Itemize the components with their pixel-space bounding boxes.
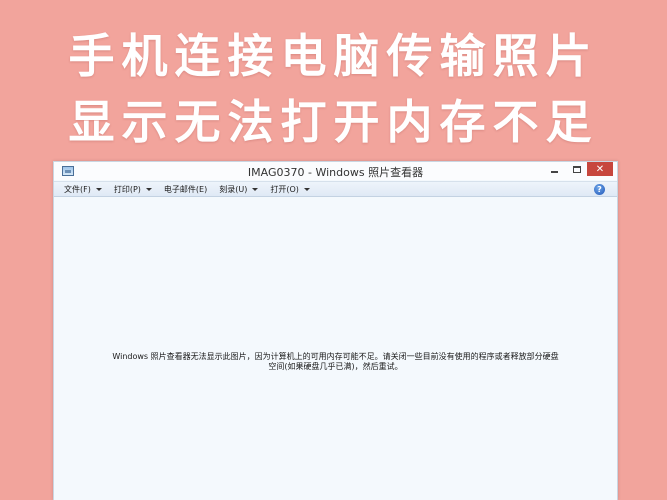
chevron-down-icon (95, 187, 102, 191)
maximize-button[interactable] (567, 162, 587, 176)
maximize-icon (573, 165, 581, 173)
menu-file-label: 文件(F) (64, 184, 91, 194)
chevron-down-icon (145, 187, 152, 191)
menu-burn[interactable]: 刻录(U) (219, 184, 259, 195)
close-icon: ✕ (595, 163, 605, 175)
menu-email[interactable]: 电子邮件(E) (164, 184, 207, 195)
chevron-down-icon (252, 187, 259, 191)
headline-line-1: 手机连接电脑传输照片 (68, 29, 599, 83)
image-viewer-area: Windows 照片查看器无法显示此图片，因为计算机上的可用内存可能不足。请关闭… (54, 199, 617, 500)
minimize-icon (550, 170, 558, 173)
headline-line-2: 显示无法打开内存不足 (68, 95, 599, 149)
photo-viewer-window: IMAG0370 - Windows 照片查看器 ✕ 文件(F) 打印(P) 电… (53, 161, 618, 500)
menu-burn-label: 刻录(U) (219, 184, 248, 194)
title-bar[interactable]: IMAG0370 - Windows 照片查看器 ✕ (54, 162, 617, 180)
menu-open[interactable]: 打开(O) (270, 184, 310, 195)
menu-print-label: 打印(P) (113, 184, 141, 194)
chevron-down-icon (303, 187, 310, 191)
error-message-line-1: Windows 照片查看器无法显示此图片，因为计算机上的可用内存可能不足。请关闭… (112, 352, 559, 361)
error-message-line-2: 空间(如果硬盘几乎已满)，然后重试。 (268, 362, 403, 371)
minimize-button[interactable] (543, 162, 565, 176)
help-icon[interactable]: ? (594, 184, 605, 195)
menu-open-label: 打开(O) (270, 184, 299, 194)
menu-bar: 文件(F) 打印(P) 电子邮件(E) 刻录(U) 打开(O) ? (54, 181, 617, 197)
close-button[interactable]: ✕ (587, 162, 613, 176)
menu-print[interactable]: 打印(P) (114, 184, 152, 195)
window-title: IMAG0370 - Windows 照片查看器 (247, 166, 424, 179)
menu-email-label: 电子邮件(E) (163, 184, 208, 194)
error-message: Windows 照片查看器无法显示此图片，因为计算机上的可用内存可能不足。请关闭… (60, 352, 611, 372)
menu-file[interactable]: 文件(F) (64, 184, 102, 195)
